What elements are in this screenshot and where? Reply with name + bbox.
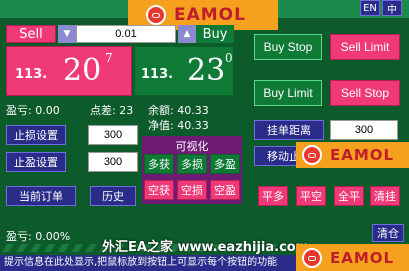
takeprofit-setting-button[interactable]: 止盈设置 (6, 152, 66, 172)
visual-short-stop-button[interactable]: 空损 (177, 180, 207, 200)
buy-button[interactable]: Buy (196, 25, 234, 43)
eamol-mark-icon (146, 5, 166, 25)
clear-pending-button[interactable]: 清挂 (370, 186, 400, 206)
buy-limit-button[interactable]: Buy Limit (254, 80, 322, 106)
watermark-text-2: EAMOL (330, 146, 395, 164)
sell-button[interactable]: Sell (6, 25, 56, 43)
stoploss-input[interactable]: 300 (88, 125, 138, 145)
sell-price-sup: 7 (105, 51, 113, 65)
visual-short-profit-button[interactable]: 空盈 (210, 180, 240, 200)
visual-long-profit-button[interactable]: 多盈 (210, 154, 240, 174)
buy-price-sup: 0 (225, 51, 233, 65)
pending-distance-input[interactable]: 300 (330, 120, 398, 140)
eamol-mark-icon-3 (302, 247, 322, 268)
watermark-logo-bottom: EAMOL (296, 244, 409, 271)
buy-price-main: 23 (187, 53, 226, 88)
equity-label: 净值: 40.33 (148, 119, 209, 132)
pending-distance-button[interactable]: 挂单距离 (254, 120, 324, 140)
profit-label: 盈亏: 0.00 (6, 104, 60, 117)
watermark-text-3: EAMOL (330, 248, 395, 267)
current-orders-button[interactable]: 当前订单 (6, 186, 76, 206)
visual-panel: 可视化 多获 多损 多盈 空获 空损 空盈 (142, 136, 242, 204)
watermark-text: EAMOL (174, 5, 246, 25)
visual-short-target-button[interactable]: 空获 (144, 180, 174, 200)
clear-position-button[interactable]: 清仓 (372, 224, 404, 242)
buy-stop-button[interactable]: Buy Stop (254, 34, 322, 60)
sell-price-box[interactable]: 113. 20 7 (6, 46, 132, 96)
sell-limit-button[interactable]: Sell Limit (330, 34, 400, 60)
close-all-button[interactable]: 全平 (334, 186, 364, 206)
visual-title: 可视化 (175, 140, 209, 153)
visual-long-stop-button[interactable]: 多损 (177, 154, 207, 174)
profit-percent-label: 盈亏: 0.00% (6, 230, 71, 243)
history-button[interactable]: 历史 (90, 186, 136, 206)
stoploss-setting-button[interactable]: 止损设置 (6, 125, 66, 145)
lot-decrease-button[interactable]: ▼ (58, 25, 76, 43)
balance-label: 余额: 40.33 (148, 104, 209, 117)
eamol-mark-icon-2 (302, 145, 322, 165)
lot-increase-button[interactable]: ▲ (178, 25, 196, 43)
sell-price-prefix: 113. (15, 67, 48, 82)
lang-en-button[interactable]: EN (360, 0, 380, 16)
takeprofit-input[interactable]: 300 (88, 152, 138, 172)
sell-stop-button[interactable]: Sell Stop (330, 80, 400, 106)
site-title: 外汇EA之家 www.eazhijia.com (102, 240, 310, 255)
visual-long-target-button[interactable]: 多获 (144, 154, 174, 174)
buy-price-box[interactable]: 113. 23 0 (134, 46, 234, 96)
lang-zh-button[interactable]: 中 (382, 0, 402, 16)
lot-input[interactable]: 0.01 (76, 25, 176, 43)
close-long-button[interactable]: 平多 (258, 186, 288, 206)
buy-price-prefix: 113. (141, 67, 174, 82)
close-short-button[interactable]: 平空 (296, 186, 326, 206)
sell-price-main: 20 (63, 53, 102, 88)
watermark-logo-mid: EAMOL (296, 142, 409, 168)
spread-label: 点差: 23 (90, 104, 134, 117)
